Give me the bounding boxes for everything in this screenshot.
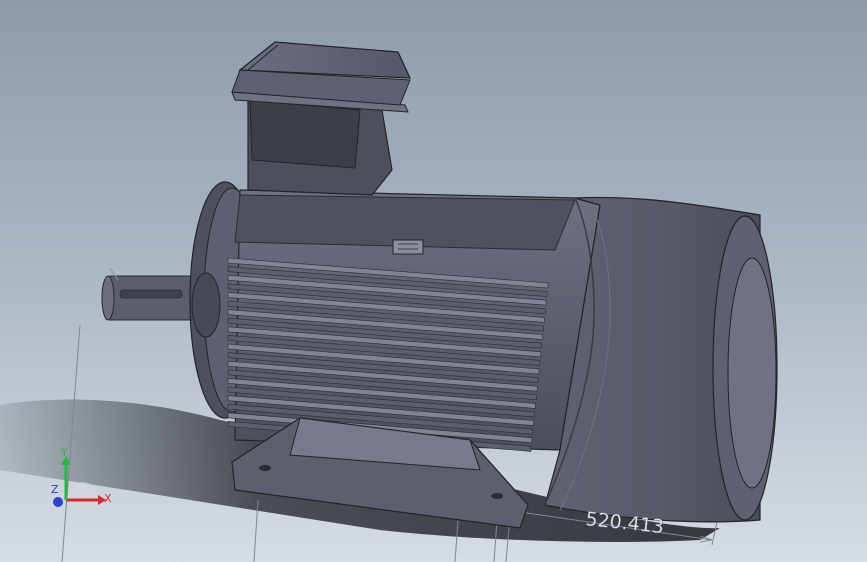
cad-viewport[interactable]: 520.413 465 X Y Z (0, 0, 867, 562)
dimension-partial[interactable]: 465 (158, 558, 185, 562)
model-canvas[interactable]: 520.413 465 X Y Z (0, 0, 867, 562)
motor-shaft[interactable] (101, 267, 198, 321)
x-axis-label: X (104, 492, 112, 505)
nameplate (392, 239, 424, 255)
terminal-box[interactable] (231, 41, 411, 196)
z-axis-label: Z (51, 483, 59, 496)
z-axis-arrow (53, 497, 63, 507)
y-axis-label: Y (60, 446, 68, 459)
